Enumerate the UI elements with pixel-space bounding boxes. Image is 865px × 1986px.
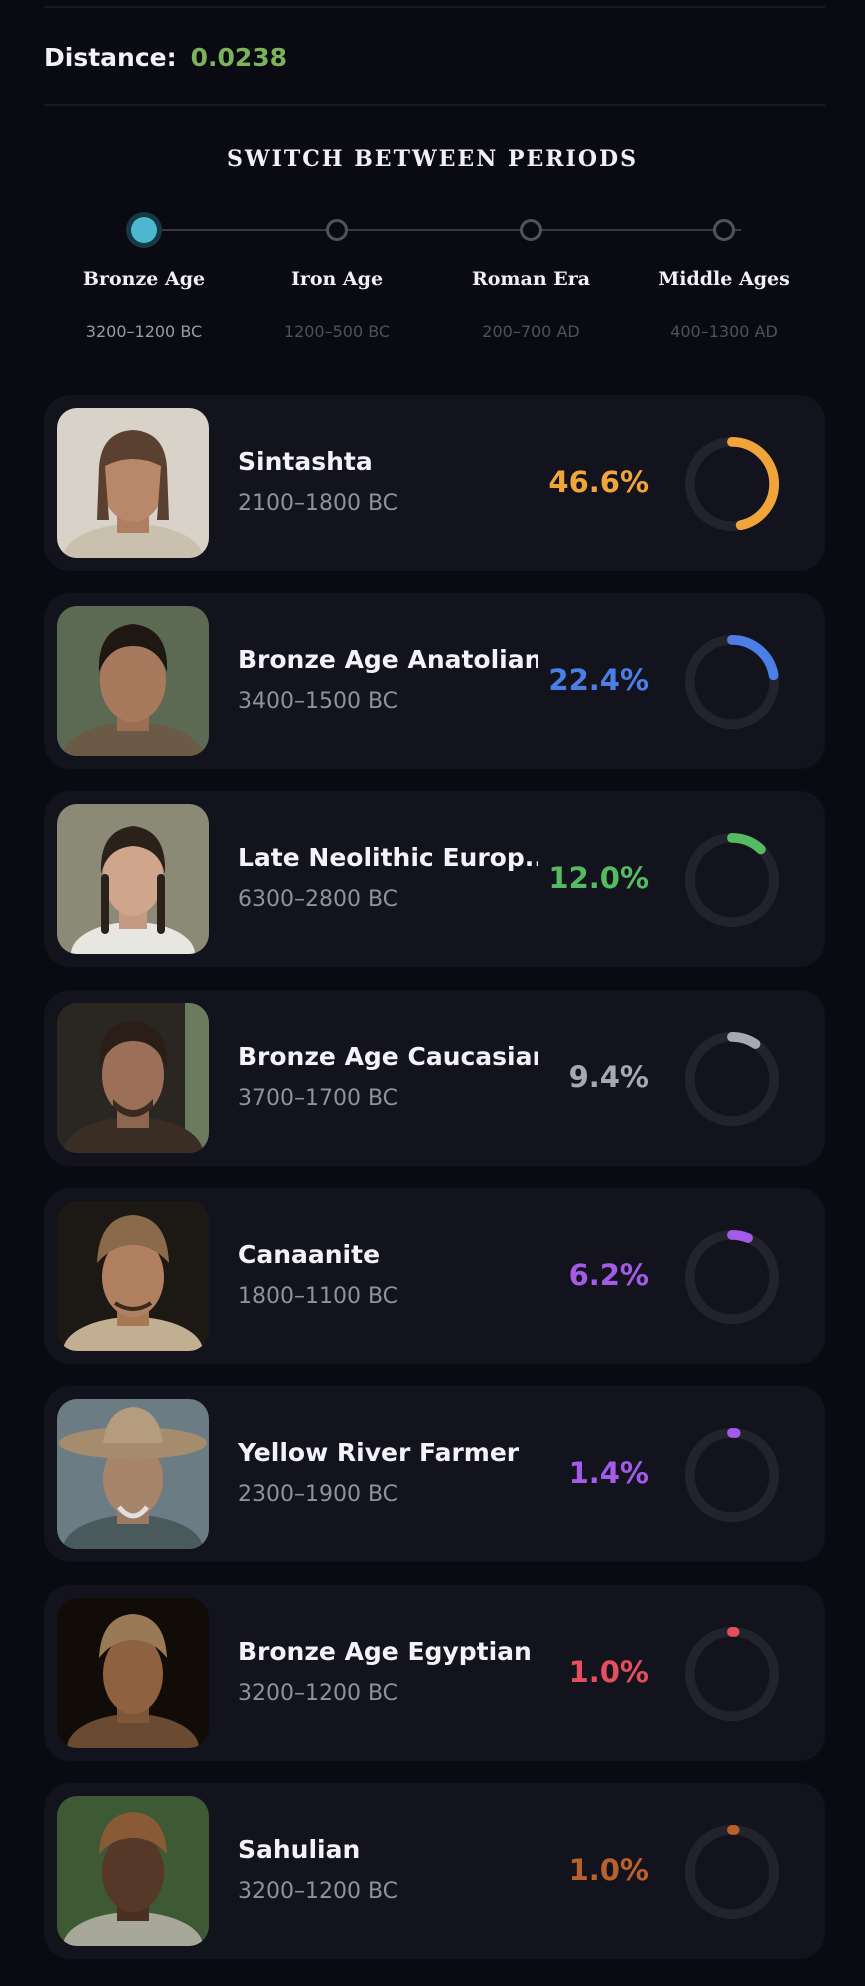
population-card-late-neolithic-european[interactable]: Late Neolithic Europ... 6300–2800 BC 12.…: [44, 791, 825, 967]
period-timeline: Bronze Age Iron Age Roman Era Middle Age…: [0, 0, 865, 360]
population-card-bronze-age-caucasian[interactable]: Bronze Age Caucasian 3700–1700 BC 9.4%: [44, 990, 825, 1166]
period-range-middle-ages: 400–1300 AD: [670, 322, 778, 341]
percent-ring: [684, 1031, 780, 1127]
percent-ring: [684, 1626, 780, 1722]
period-range-iron-age: 1200–500 BC: [283, 322, 391, 341]
period-dot-middle-ages[interactable]: [713, 219, 735, 241]
portrait-yellow-river: [57, 1399, 209, 1549]
population-name: Late Neolithic Europ...: [238, 843, 538, 872]
population-name: Canaanite: [238, 1240, 381, 1269]
population-range: 3700–1700 BC: [238, 1086, 399, 1111]
population-card-yellow-river-farmer[interactable]: Yellow River Farmer 2300–1900 BC 1.4%: [44, 1386, 825, 1562]
population-percent: 1.0%: [568, 1655, 649, 1689]
population-range: 3200–1200 BC: [238, 1879, 399, 1904]
portrait-anatolian: [57, 606, 209, 756]
percent-ring: [684, 634, 780, 730]
population-name: Bronze Age Caucasian: [238, 1042, 538, 1071]
population-card-bronze-age-anatolian[interactable]: Bronze Age Anatolian 3400–1500 BC 22.4%: [44, 593, 825, 769]
population-range: 1800–1100 BC: [238, 1284, 399, 1309]
population-name: Sahulian: [238, 1835, 361, 1864]
population-name: Yellow River Farmer: [238, 1438, 520, 1467]
population-range: 2100–1800 BC: [238, 491, 399, 516]
period-name-roman-era[interactable]: Roman Era: [441, 268, 621, 290]
population-name: Sintashta: [238, 447, 373, 476]
period-name-bronze-age[interactable]: Bronze Age: [54, 268, 234, 290]
population-percent: 6.2%: [568, 1258, 649, 1292]
percent-ring: [684, 832, 780, 928]
period-dot-bronze-age[interactable]: [131, 217, 157, 243]
population-percent: 22.4%: [548, 663, 649, 697]
population-card-sintashta[interactable]: Sintashta 2100–1800 BC 46.6%: [44, 395, 825, 571]
population-percent: 1.0%: [568, 1853, 649, 1887]
period-range-bronze-age: 3200–1200 BC: [85, 322, 203, 341]
population-percent: 1.4%: [568, 1456, 649, 1490]
population-range: 3400–1500 BC: [238, 689, 399, 714]
population-range: 3200–1200 BC: [238, 1681, 399, 1706]
percent-ring: [684, 436, 780, 532]
population-range: 2300–1900 BC: [238, 1482, 399, 1507]
period-name-middle-ages[interactable]: Middle Ages: [634, 268, 814, 290]
portrait-sahulian: [57, 1796, 209, 1946]
population-percent: 12.0%: [548, 861, 649, 895]
population-range: 6300–2800 BC: [238, 887, 399, 912]
percent-ring: [684, 1824, 780, 1920]
population-name: Bronze Age Anatolian: [238, 645, 538, 674]
period-dot-roman-era[interactable]: [520, 219, 542, 241]
population-card-sahulian[interactable]: Sahulian 3200–1200 BC 1.0%: [44, 1783, 825, 1959]
population-card-canaanite[interactable]: Canaanite 1800–1100 BC 6.2%: [44, 1188, 825, 1364]
portrait-egyptian: [57, 1598, 209, 1748]
results-page: Distance: 0.0238 SWITCH BETWEEN PERIODS …: [0, 0, 865, 1986]
period-range-roman-era: 200–700 AD: [482, 322, 580, 341]
portrait-neolithic-european: [57, 804, 209, 954]
population-percent: 46.6%: [548, 465, 649, 499]
percent-ring: [684, 1229, 780, 1325]
portrait-canaanite: [57, 1201, 209, 1351]
period-dot-iron-age[interactable]: [326, 219, 348, 241]
timeline-track: [144, 229, 741, 231]
portrait-caucasian: [57, 1003, 209, 1153]
period-name-iron-age[interactable]: Iron Age: [247, 268, 427, 290]
population-name: Bronze Age Egyptian: [238, 1637, 532, 1666]
population-card-bronze-age-egyptian[interactable]: Bronze Age Egyptian 3200–1200 BC 1.0%: [44, 1585, 825, 1761]
percent-ring: [684, 1427, 780, 1523]
portrait-sintashta: [57, 408, 209, 558]
population-percent: 9.4%: [568, 1060, 649, 1094]
